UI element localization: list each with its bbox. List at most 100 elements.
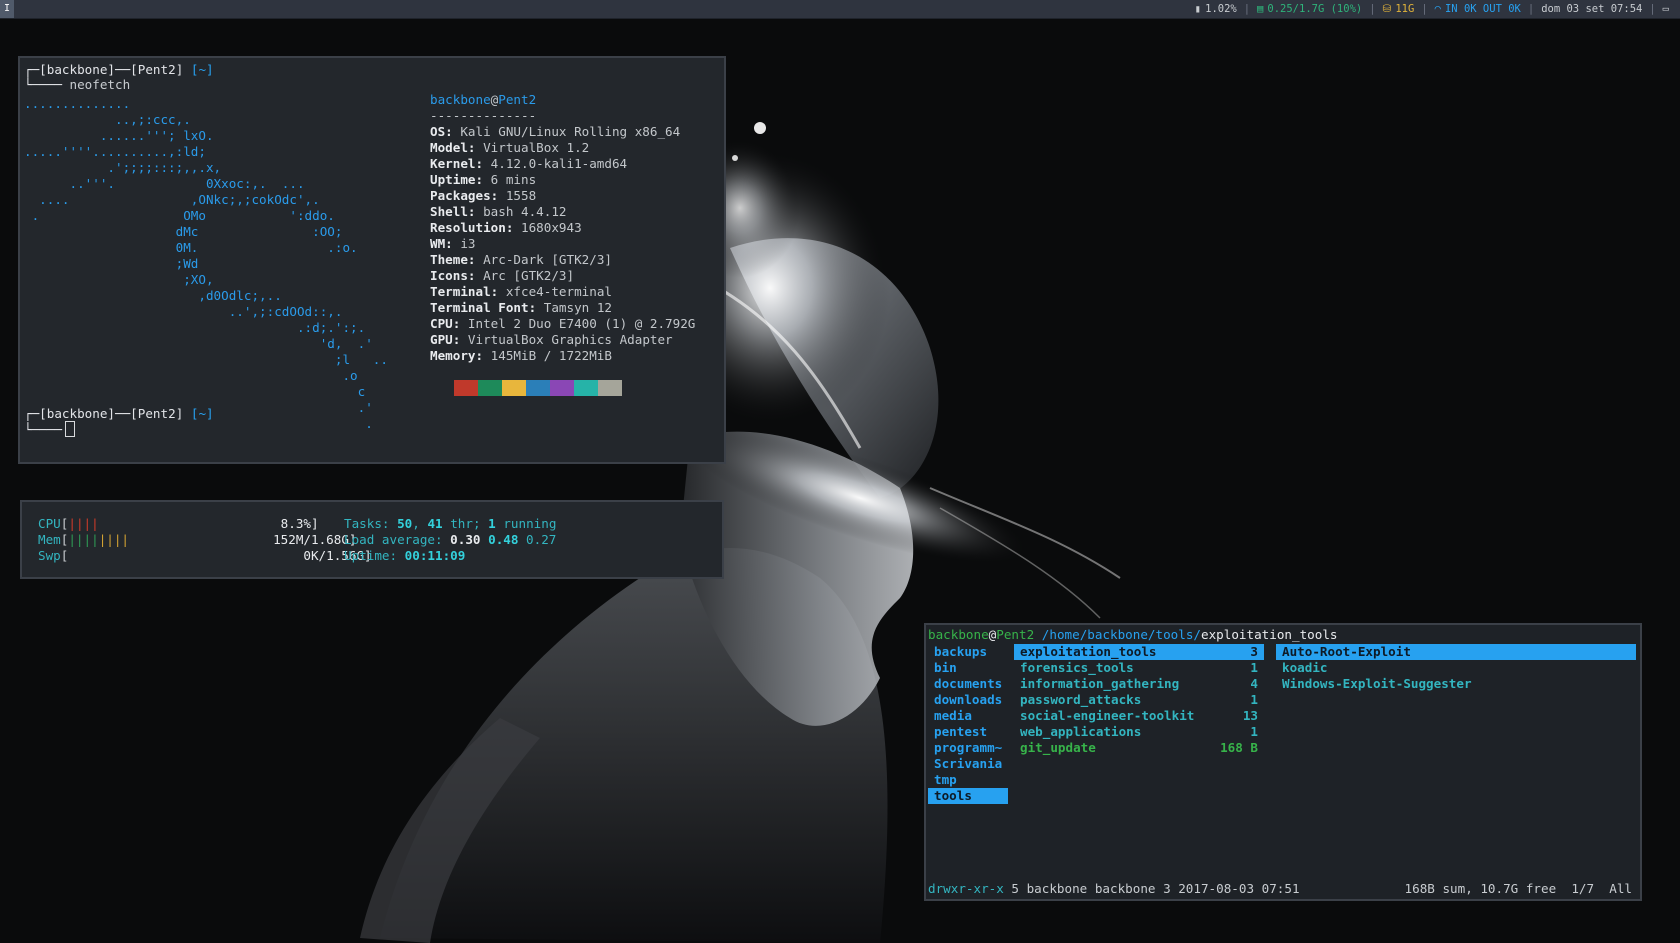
chat-icon[interactable]: ▭ xyxy=(1663,0,1669,18)
entry-count: 3 xyxy=(1250,644,1258,659)
ranger-current-dir: exploitation_tools xyxy=(1201,627,1338,642)
disk-free: 11G xyxy=(1395,3,1415,15)
tasks-label: Tasks: xyxy=(344,516,390,531)
info-value: VirtualBox Graphics Adapter xyxy=(460,332,673,347)
entry-name: forensics_tools xyxy=(1020,660,1134,675)
load-1min: 0.30 xyxy=(450,532,481,547)
info-list: OS: Kali GNU/Linux Rolling x86_64 Model: … xyxy=(430,124,695,364)
parent-dir-item[interactable]: tools xyxy=(928,788,1008,804)
threads-count: 41 xyxy=(427,516,443,531)
dir-item[interactable]: social-engineer-toolkit 13 xyxy=(1014,708,1264,724)
divider: | xyxy=(1243,3,1251,15)
status-blocks: ▮ 1.02% | ▤ 0.25/1.7G (10%) | ⛁ 11G | ◠ … xyxy=(1190,0,1674,18)
info-row: Resolution: 1680x943 xyxy=(430,220,695,236)
parent-dir-item[interactable]: pentest xyxy=(928,724,1008,740)
parent-dir-item[interactable]: programm~ xyxy=(928,740,1008,756)
parent-dir-item[interactable]: media xyxy=(928,708,1008,724)
system-info: backbone@Pent2 -------------- OS: Kali G… xyxy=(430,92,696,364)
color-swatch xyxy=(502,380,526,396)
input-line[interactable]: └──── xyxy=(24,421,75,438)
uptime-value: 00:11:09 xyxy=(404,548,466,563)
entry-count: 1 xyxy=(1250,660,1258,675)
net-out: OUT 0K xyxy=(1482,3,1521,15)
ranger-file-manager-window[interactable]: backbone@Pent2 /home/backbone/tools/expl… xyxy=(924,623,1642,901)
wifi-icon: ◠ xyxy=(1434,3,1441,15)
clock-block: dom 03 set 07:54 xyxy=(1536,0,1647,18)
cpu-meter-value: 8.3%] xyxy=(280,516,319,531)
info-row: WM: i3 xyxy=(430,236,695,252)
current-directory-column: exploitation_tools 3 forensics_tools 1 infor… xyxy=(1014,644,1264,756)
parent-dir-item[interactable]: bin xyxy=(928,660,1008,676)
info-key: Memory: xyxy=(430,348,484,363)
color-swatch xyxy=(550,380,574,396)
dir-item[interactable]: information_gathering 4 xyxy=(1014,676,1264,692)
parent-dir-item[interactable]: tmp xyxy=(928,772,1008,788)
entry-count: 13 xyxy=(1242,708,1258,723)
info-value: Intel 2 Duo E7400 (1) @ 2.792G xyxy=(460,316,696,331)
command-line: └──── neofetch xyxy=(24,77,131,92)
ranger-path: backbone@Pent2 /home/backbone/tools/expl… xyxy=(928,627,1338,642)
info-row: OS: Kali GNU/Linux Rolling x86_64 xyxy=(430,124,695,140)
load-15min: 0.27 xyxy=(526,532,557,547)
network-block: ◠ IN 0K OUT 0K xyxy=(1430,0,1526,18)
info-value: 6 mins xyxy=(483,172,537,187)
prompt-dir: [~] xyxy=(190,62,214,77)
swp-meter-label: Swp xyxy=(38,548,61,563)
info-row: GPU: VirtualBox Graphics Adapter xyxy=(430,332,695,348)
cpu-icon: ▮ xyxy=(1194,3,1202,15)
entry-name: password_attacks xyxy=(1020,692,1142,707)
parent-dir-item[interactable]: Scrivania xyxy=(928,756,1008,772)
divider: | xyxy=(1527,3,1535,15)
kali-ascii-logo: .............. ..,;:ccc,. ......'''; lxO… xyxy=(24,96,388,432)
neofetch-terminal-window[interactable]: ┌─[backbone]──[Pent2] [~] └──── neofetch… xyxy=(18,56,726,464)
memory-usage: 0.25/1.7G (10%) xyxy=(1267,3,1363,15)
info-value: i3 xyxy=(452,236,476,251)
color-swatch xyxy=(478,380,502,396)
cpu-meter-label: CPU xyxy=(38,516,61,531)
workspace-button[interactable]: I xyxy=(0,0,14,18)
entry-count: 168 B xyxy=(1220,740,1258,755)
parent-dir-item[interactable]: documents xyxy=(928,676,1008,692)
preview-item[interactable]: Windows-Exploit-Suggester xyxy=(1276,676,1636,692)
info-key: GPU: xyxy=(430,332,461,347)
preview-item[interactable]: Auto-Root-Exploit xyxy=(1276,644,1636,660)
info-row: Icons: Arc [GTK2/3] xyxy=(430,268,695,284)
info-key: Terminal: xyxy=(430,284,499,299)
file-item[interactable]: git_update 168 B xyxy=(1014,740,1264,756)
prompt-line: ┌─[backbone]──[Pent2] [~] xyxy=(24,406,214,421)
info-row: Memory: 145MiB / 1722MiB xyxy=(430,348,695,364)
prompt-line: ┌─[backbone]──[Pent2] [~] xyxy=(24,62,214,77)
info-row: Packages: 1558 xyxy=(430,188,695,204)
entry-name: information_gathering xyxy=(1020,676,1180,691)
parent-directory-column: backups bin documents downloads media pentest… xyxy=(928,644,1008,804)
dir-item[interactable]: forensics_tools 1 xyxy=(1014,660,1264,676)
parent-dir-item[interactable]: backups xyxy=(928,644,1008,660)
parent-dir-item[interactable]: downloads xyxy=(928,692,1008,708)
prompt-host: Pent2 xyxy=(137,406,176,421)
color-palette xyxy=(430,380,622,396)
htop-terminal-window[interactable]: CPU[|||| 8.3%] Mem[|||||||| 152M/1.68G] … xyxy=(20,500,724,579)
preview-item[interactable]: koadic xyxy=(1276,660,1636,676)
info-row: Uptime: 6 mins xyxy=(430,172,695,188)
color-swatch xyxy=(430,380,454,396)
logo-text: .............. ..,;:ccc,. ......'''; lxO… xyxy=(24,96,388,431)
dir-item[interactable]: password_attacks 1 xyxy=(1014,692,1264,708)
disk-summary: 168B sum, 10.7G free 1/7 All xyxy=(1404,881,1632,896)
dir-item[interactable]: exploitation_tools 3 xyxy=(1014,644,1264,660)
divider: | xyxy=(1649,3,1656,15)
ranger-status-line: drwxr-xr-x 5 backbone backbone 3 2017-08… xyxy=(928,881,1636,897)
text-cursor xyxy=(64,421,75,437)
info-key: Icons: xyxy=(430,268,476,283)
load-5min: 0.48 xyxy=(488,532,519,547)
entry-name: social-engineer-toolkit xyxy=(1020,708,1195,723)
preview-column: Auto-Root-Exploit koadic Windows-Exploit-S… xyxy=(1276,644,1636,692)
dir-item[interactable]: web_applications 1 xyxy=(1014,724,1264,740)
prompt-dir: [~] xyxy=(190,406,214,421)
info-key: CPU: xyxy=(430,316,461,331)
running-label: running xyxy=(503,516,557,531)
memory-icon: ▤ xyxy=(1257,3,1264,15)
entry-name: web_applications xyxy=(1020,724,1142,739)
meters-right: Tasks: 50, 41 thr; 1 running Load averag… xyxy=(344,516,557,563)
info-key: WM: xyxy=(430,236,453,251)
ranger-dir-path: /home/backbone/tools/ xyxy=(1041,627,1202,642)
